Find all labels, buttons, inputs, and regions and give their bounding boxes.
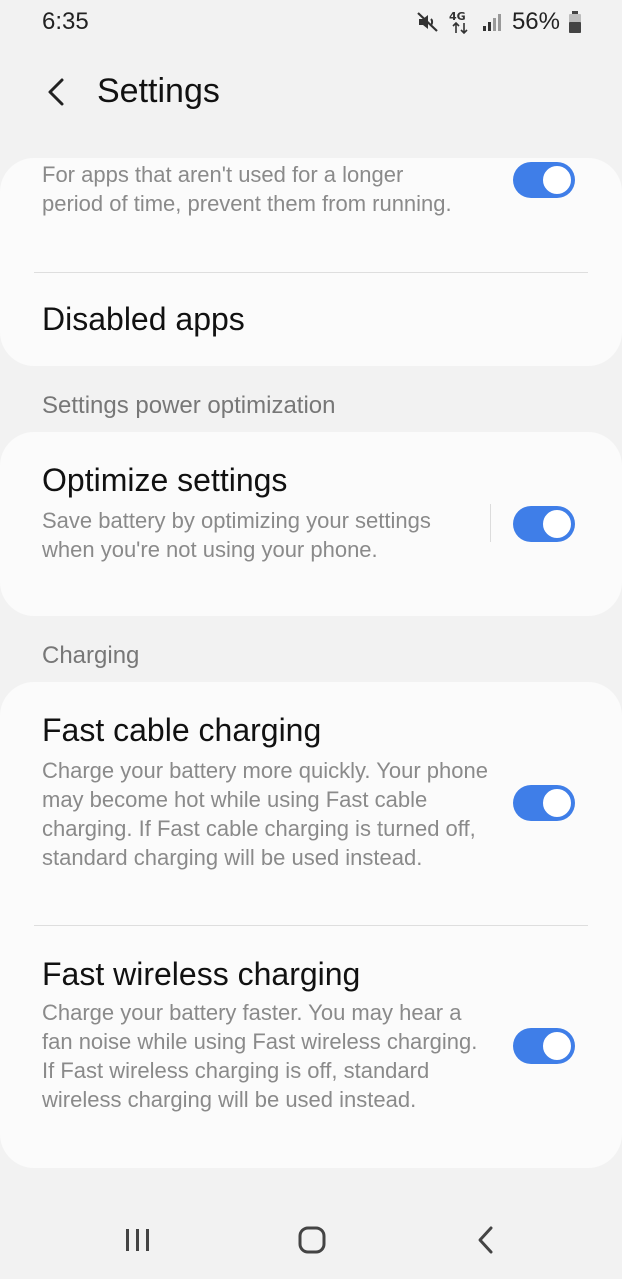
fast-wireless-charging-toggle[interactable]	[513, 1028, 575, 1064]
home-button[interactable]	[282, 1220, 342, 1260]
back-arrow-icon	[48, 78, 64, 106]
sleeping-apps-toggle[interactable]	[513, 162, 575, 198]
app-power-card: For apps that aren't used for a longer p…	[0, 158, 622, 366]
toggle-knob	[541, 164, 573, 196]
toggle-knob	[541, 1030, 573, 1062]
optimize-settings-row[interactable]: Optimize settings Save battery by optimi…	[0, 432, 622, 616]
toggle-knob	[541, 508, 573, 540]
battery-percent: 56%	[511, 8, 560, 35]
nav-back-button[interactable]	[456, 1220, 516, 1260]
back-icon	[478, 1226, 493, 1254]
status-time: 6:35	[42, 8, 89, 35]
fast-cable-charging-toggle[interactable]	[513, 785, 575, 821]
page-title: Settings	[97, 72, 220, 110]
vertical-separator	[490, 504, 491, 542]
disabled-apps-title: Disabled apps	[42, 301, 245, 337]
app-header: Settings	[0, 60, 622, 124]
network-4g-icon: 4G	[448, 9, 474, 35]
optimize-settings-toggle[interactable]	[513, 506, 575, 542]
section-header-power-optimization: Settings power optimization	[42, 392, 336, 419]
navigation-bar	[0, 1200, 622, 1279]
network-4g-label: 4G	[449, 10, 466, 23]
home-icon	[298, 1226, 326, 1254]
battery-icon	[568, 10, 582, 34]
charging-card: Fast cable charging Charge your battery …	[0, 682, 622, 1168]
back-button[interactable]	[36, 72, 76, 112]
fast-wireless-charging-title: Fast wireless charging	[42, 956, 361, 992]
status-icons: 4G 56%	[416, 8, 582, 36]
toggle-knob	[541, 787, 573, 819]
fast-wireless-charging-row[interactable]: Fast wireless charging Charge your batte…	[0, 926, 622, 1168]
status-bar: 6:35 4G 56%	[0, 0, 622, 46]
fast-cable-charging-description: Charge your battery more quickly. Your p…	[42, 758, 488, 870]
signal-icon	[482, 11, 504, 33]
disabled-apps-row[interactable]: Disabled apps	[0, 273, 622, 366]
section-header-charging: Charging	[42, 642, 140, 669]
optimize-settings-title: Optimize settings	[42, 462, 288, 498]
mute-icon	[416, 10, 440, 34]
recent-apps-icon	[126, 1229, 149, 1251]
sleeping-apps-description: For apps that aren't used for a longer p…	[42, 162, 452, 216]
fast-cable-charging-row[interactable]: Fast cable charging Charge your battery …	[0, 682, 622, 925]
sleeping-apps-row[interactable]: For apps that aren't used for a longer p…	[0, 158, 622, 272]
fast-wireless-charging-description: Charge your battery faster. You may hear…	[42, 1000, 478, 1112]
recent-apps-button[interactable]	[108, 1220, 168, 1260]
fast-cable-charging-title: Fast cable charging	[42, 712, 322, 748]
power-optimization-card: Optimize settings Save battery by optimi…	[0, 432, 622, 616]
optimize-settings-description: Save battery by optimizing your settings…	[42, 508, 431, 562]
